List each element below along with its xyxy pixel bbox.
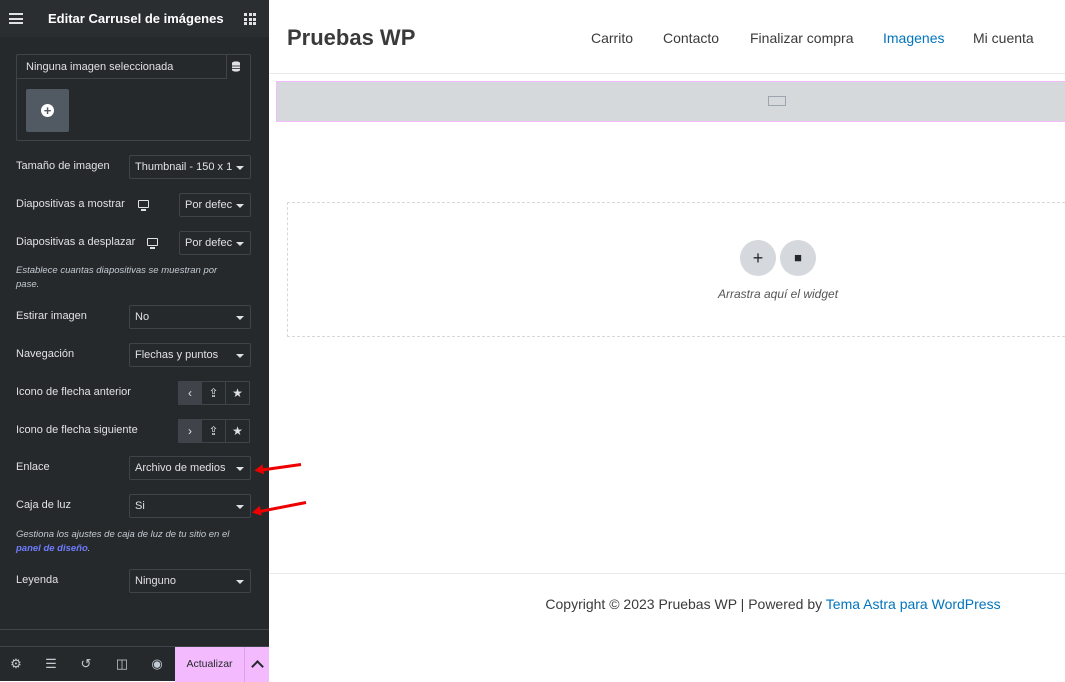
widgets-grid-icon[interactable] [244, 13, 256, 25]
link-label: Enlace [16, 461, 50, 473]
chevron-down-icon [236, 505, 244, 509]
chevron-down-icon [236, 580, 244, 584]
nav-item-contacto[interactable]: Contacto [663, 30, 719, 46]
chevron-right-icon[interactable]: › [178, 419, 202, 443]
astra-theme-link[interactable]: Tema Astra para WordPress [826, 596, 1001, 612]
nav-item-finalizar-compra[interactable]: Finalizar compra [750, 30, 853, 46]
preview-eye-icon[interactable]: ◉ [150, 657, 164, 671]
stretch-select[interactable]: No [129, 305, 251, 329]
desktop-icon[interactable] [147, 238, 158, 249]
footer-copyright: Copyright © 2023 Pruebas WP | Powered by… [545, 596, 1001, 612]
chevron-down-icon [236, 316, 244, 320]
widget-drop-zone[interactable]: + ■ Arrastra aquí el widget [287, 202, 1065, 337]
panel-footer: ⚙ ☰ ↺ ◫ ◉ Actualizar [0, 646, 269, 682]
slides-description: Establece cuantas diapositivas se muestr… [16, 265, 218, 290]
database-icon[interactable] [231, 61, 241, 72]
next-section-header[interactable] [0, 629, 269, 646]
chevron-down-icon [236, 354, 244, 358]
chevron-left-icon[interactable]: ‹ [178, 381, 202, 405]
slides-scroll-select[interactable]: Por defecto [179, 231, 251, 255]
prev-arrow-chooser: ‹ ⇪ ★ [178, 381, 251, 405]
next-arrow-chooser: › ⇪ ★ [178, 419, 251, 443]
nav-item-carrito[interactable]: Carrito [591, 30, 633, 46]
chevron-down-icon [236, 166, 244, 170]
slides-scroll-label: Diapositivas a desplazar [16, 236, 136, 248]
chevron-down-icon [236, 467, 244, 471]
gallery-control: Ninguna imagen seleccionada + [16, 54, 251, 141]
layers-icon[interactable]: ☰ [44, 657, 58, 671]
slides-show-select[interactable]: Por defecto [179, 193, 251, 217]
design-panel-link[interactable]: panel de diseño [16, 543, 88, 554]
nav-item-imagenes[interactable]: Imagenes [883, 30, 944, 46]
nav-item-mi-cuenta[interactable]: Mi cuenta [973, 30, 1034, 46]
editor-panel: Editar Carrusel de imágenes Ninguna imag… [0, 0, 269, 682]
next-arrow-label: Icono de flecha siguiente [16, 424, 138, 436]
navigation-label: Navegación [16, 348, 75, 360]
carousel-widget-placeholder[interactable] [276, 81, 1065, 122]
lightbox-description: Gestiona los ajustes de caja de luz de t… [16, 529, 230, 554]
lightbox-label: Caja de luz [16, 499, 72, 511]
star-icon[interactable]: ★ [226, 419, 250, 443]
drop-zone-text: Arrastra aquí el widget [717, 287, 839, 301]
gallery-empty-label: Ninguna imagen seleccionada [17, 55, 227, 79]
history-icon[interactable]: ↺ [79, 657, 93, 671]
carousel-icon [768, 96, 786, 106]
image-size-label: Tamaño de imagen [16, 160, 110, 172]
panel-title: Editar Carrusel de imágenes [48, 11, 224, 26]
responsive-icon[interactable]: ◫ [115, 657, 129, 671]
chevron-down-icon [236, 204, 244, 208]
star-icon[interactable]: ★ [226, 381, 250, 405]
add-images-button[interactable]: + [26, 89, 69, 132]
header-divider [269, 73, 1065, 74]
caption-select[interactable]: Ninguno [129, 569, 251, 593]
site-preview: Pruebas WP Carrito Contacto Finalizar co… [269, 0, 1065, 681]
menu-icon[interactable] [9, 13, 23, 24]
desktop-icon[interactable] [138, 200, 149, 211]
upload-icon[interactable]: ⇪ [202, 381, 226, 405]
link-select[interactable]: Archivo de medios [129, 456, 251, 480]
caption-label: Leyenda [16, 574, 59, 586]
update-button[interactable]: Actualizar [175, 647, 244, 682]
site-title[interactable]: Pruebas WP [287, 25, 415, 51]
footer-divider [269, 573, 1065, 574]
settings-gear-icon[interactable]: ⚙ [9, 657, 23, 671]
chevron-up-icon[interactable] [244, 647, 269, 682]
lightbox-select[interactable]: Si [129, 494, 251, 518]
slides-show-label: Diapositivas a mostrar [16, 198, 125, 210]
panel-header: Editar Carrusel de imágenes [0, 0, 269, 37]
image-size-select[interactable]: Thumbnail - 150 x 150 [129, 155, 251, 179]
navigation-select[interactable]: Flechas y puntos [129, 343, 251, 367]
stretch-label: Estirar imagen [16, 310, 87, 322]
upload-icon[interactable]: ⇪ [202, 419, 226, 443]
prev-arrow-label: Icono de flecha anterior [16, 386, 131, 398]
chevron-down-icon [236, 242, 244, 246]
template-folder-icon[interactable]: ■ [780, 240, 816, 276]
add-section-plus-icon[interactable]: + [740, 240, 776, 276]
plus-circle-icon: + [41, 104, 54, 117]
